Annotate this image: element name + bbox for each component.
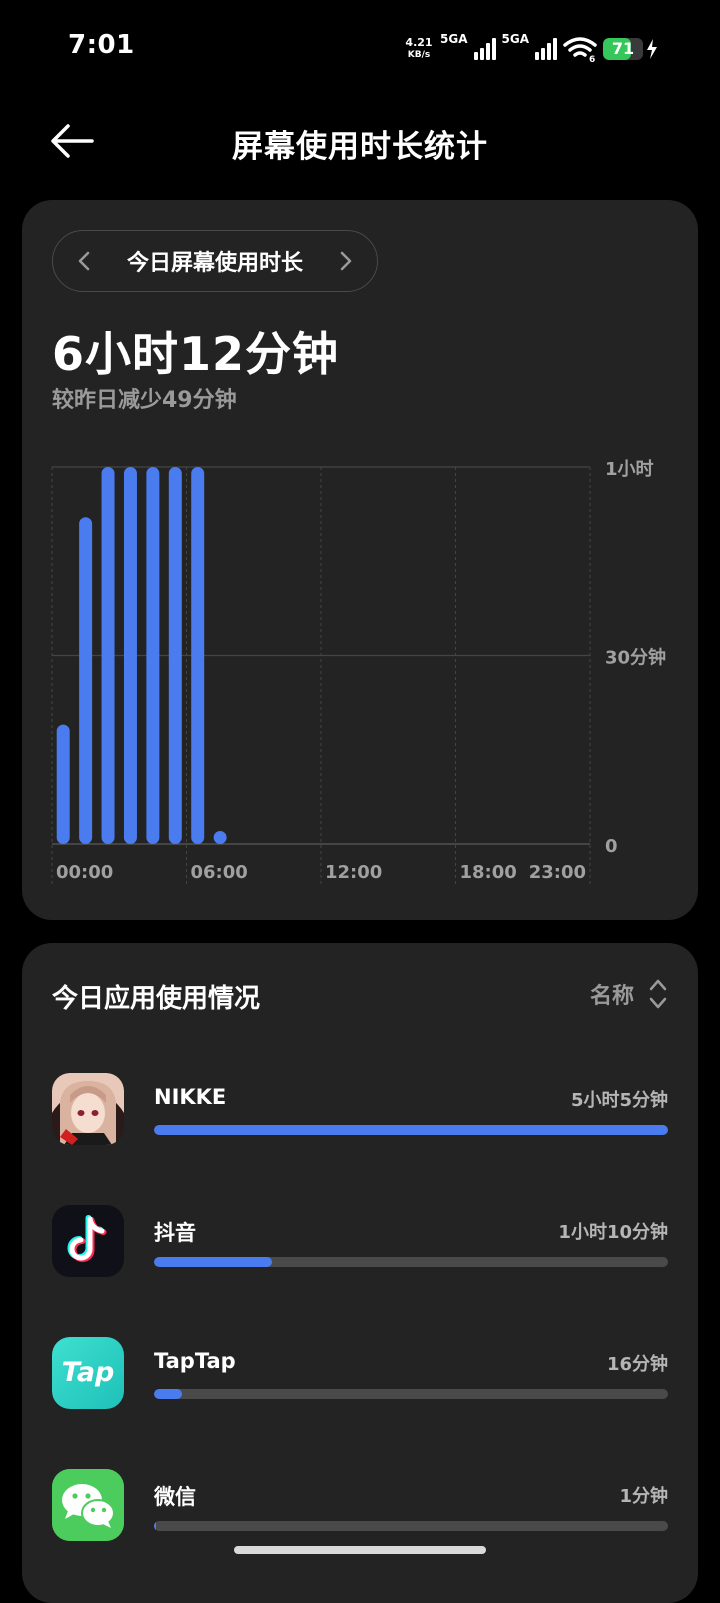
sort-label: 名称: [589, 984, 634, 1009]
sort-icon: [649, 979, 667, 1009]
battery-indicator: 71: [603, 38, 658, 60]
x-tick-label: 12:00: [325, 862, 382, 883]
battery-level: 71: [611, 39, 635, 58]
y-tick-label: 30分钟: [605, 647, 666, 669]
usage-bar-04:00[interactable]: [146, 467, 160, 844]
usage-bar-06:00[interactable]: [191, 467, 205, 844]
usage-bar: [154, 1125, 668, 1135]
nikke-app-icon: [52, 1073, 124, 1145]
page-title: 屏幕使用时长统计: [232, 129, 488, 165]
wifi-icon: 6: [563, 36, 597, 65]
network-speed: 4.21 KB/s: [404, 37, 434, 61]
taptap-icon-text: Tap: [61, 1357, 115, 1388]
network-speed-value: 4.21: [405, 36, 433, 49]
app-usage-time: 1小时10分钟: [558, 1222, 668, 1243]
app-name: 微信: [154, 1485, 196, 1509]
wifi-badge: 6: [589, 55, 595, 62]
screen-time-card: 今日屏幕使用时长 6小时12分钟 较昨日减少49分钟 1小时 30分钟 0 00:00…: [22, 200, 698, 920]
hourly-usage-chart: 1小时 30分钟 0 00:00 06:00 12:00 18:00 23:00: [51, 459, 666, 884]
app-name: 抖音: [154, 1221, 196, 1245]
usage-bar-01:00[interactable]: [79, 517, 93, 844]
app-row-douyin[interactable]: 抖音 1小时10分钟: [52, 1205, 668, 1281]
app-row-taptap[interactable]: Tap TapTap 16分钟: [52, 1337, 668, 1413]
usage-bar-03:00[interactable]: [123, 467, 137, 844]
wechat-app-icon: [52, 1469, 124, 1541]
app-usage-title: 今日应用使用情况: [52, 984, 261, 1014]
usage-bar-fill: [154, 1389, 183, 1399]
app-usage-time: 1分钟: [619, 1486, 668, 1507]
usage-bar-05:00[interactable]: [168, 467, 182, 844]
x-tick-label: 23:00: [529, 862, 586, 883]
sim1-label: 5GA: [440, 32, 468, 46]
douyin-app-icon: [52, 1205, 124, 1277]
usage-bar-fill: [154, 1521, 157, 1531]
usage-bar: [154, 1521, 668, 1531]
signal-icon: [473, 38, 496, 60]
signal-icon-2: [535, 38, 557, 60]
battery-icon: 71: [603, 38, 643, 60]
usage-bar-07:00[interactable]: [213, 831, 227, 844]
charging-icon: [647, 39, 657, 59]
usage-bar-00:00[interactable]: [56, 724, 70, 844]
app-row-wechat[interactable]: 微信 1分钟: [52, 1469, 668, 1545]
network-speed-unit: KB/s: [407, 50, 431, 60]
app-name: NIKKE: [154, 1085, 227, 1109]
usage-bar-02:00[interactable]: [101, 467, 115, 844]
usage-bar-fill: [154, 1257, 273, 1267]
y-tick-label: 1小时: [605, 459, 654, 480]
y-tick-label: 0: [605, 836, 618, 857]
x-tick-label: 18:00: [460, 862, 517, 883]
app-usage-time: 5小时5分钟: [570, 1090, 668, 1111]
app-header: 屏幕使用时长统计: [0, 96, 720, 190]
app-row-nikke[interactable]: NIKKE 5小时5分钟: [52, 1073, 668, 1149]
app-usage-time: 16分钟: [606, 1354, 668, 1375]
sort-button[interactable]: 名称: [590, 977, 668, 1011]
x-tick-label: 00:00: [56, 862, 113, 883]
app-usage-card: 今日应用使用情况 名称 NIKKE 5小时5分钟 抖音 1小时10分钟 Tap …: [22, 943, 698, 1603]
home-indicator: [234, 1546, 486, 1554]
usage-bar: [154, 1389, 668, 1399]
taptap-app-icon: Tap: [52, 1337, 124, 1409]
clock: 7:01: [68, 30, 135, 60]
usage-bar-fill: [154, 1125, 668, 1135]
app-name: TapTap: [154, 1349, 236, 1373]
sim2-label: 5GA: [501, 32, 530, 46]
x-tick-label: 06:00: [191, 862, 248, 883]
usage-bar: [154, 1257, 668, 1267]
status-bar: 7:01 4.21 KB/s 5GA 5GA 6 71: [0, 0, 720, 96]
status-icons: 4.21 KB/s 5GA 5GA 6 71: [404, 32, 658, 65]
